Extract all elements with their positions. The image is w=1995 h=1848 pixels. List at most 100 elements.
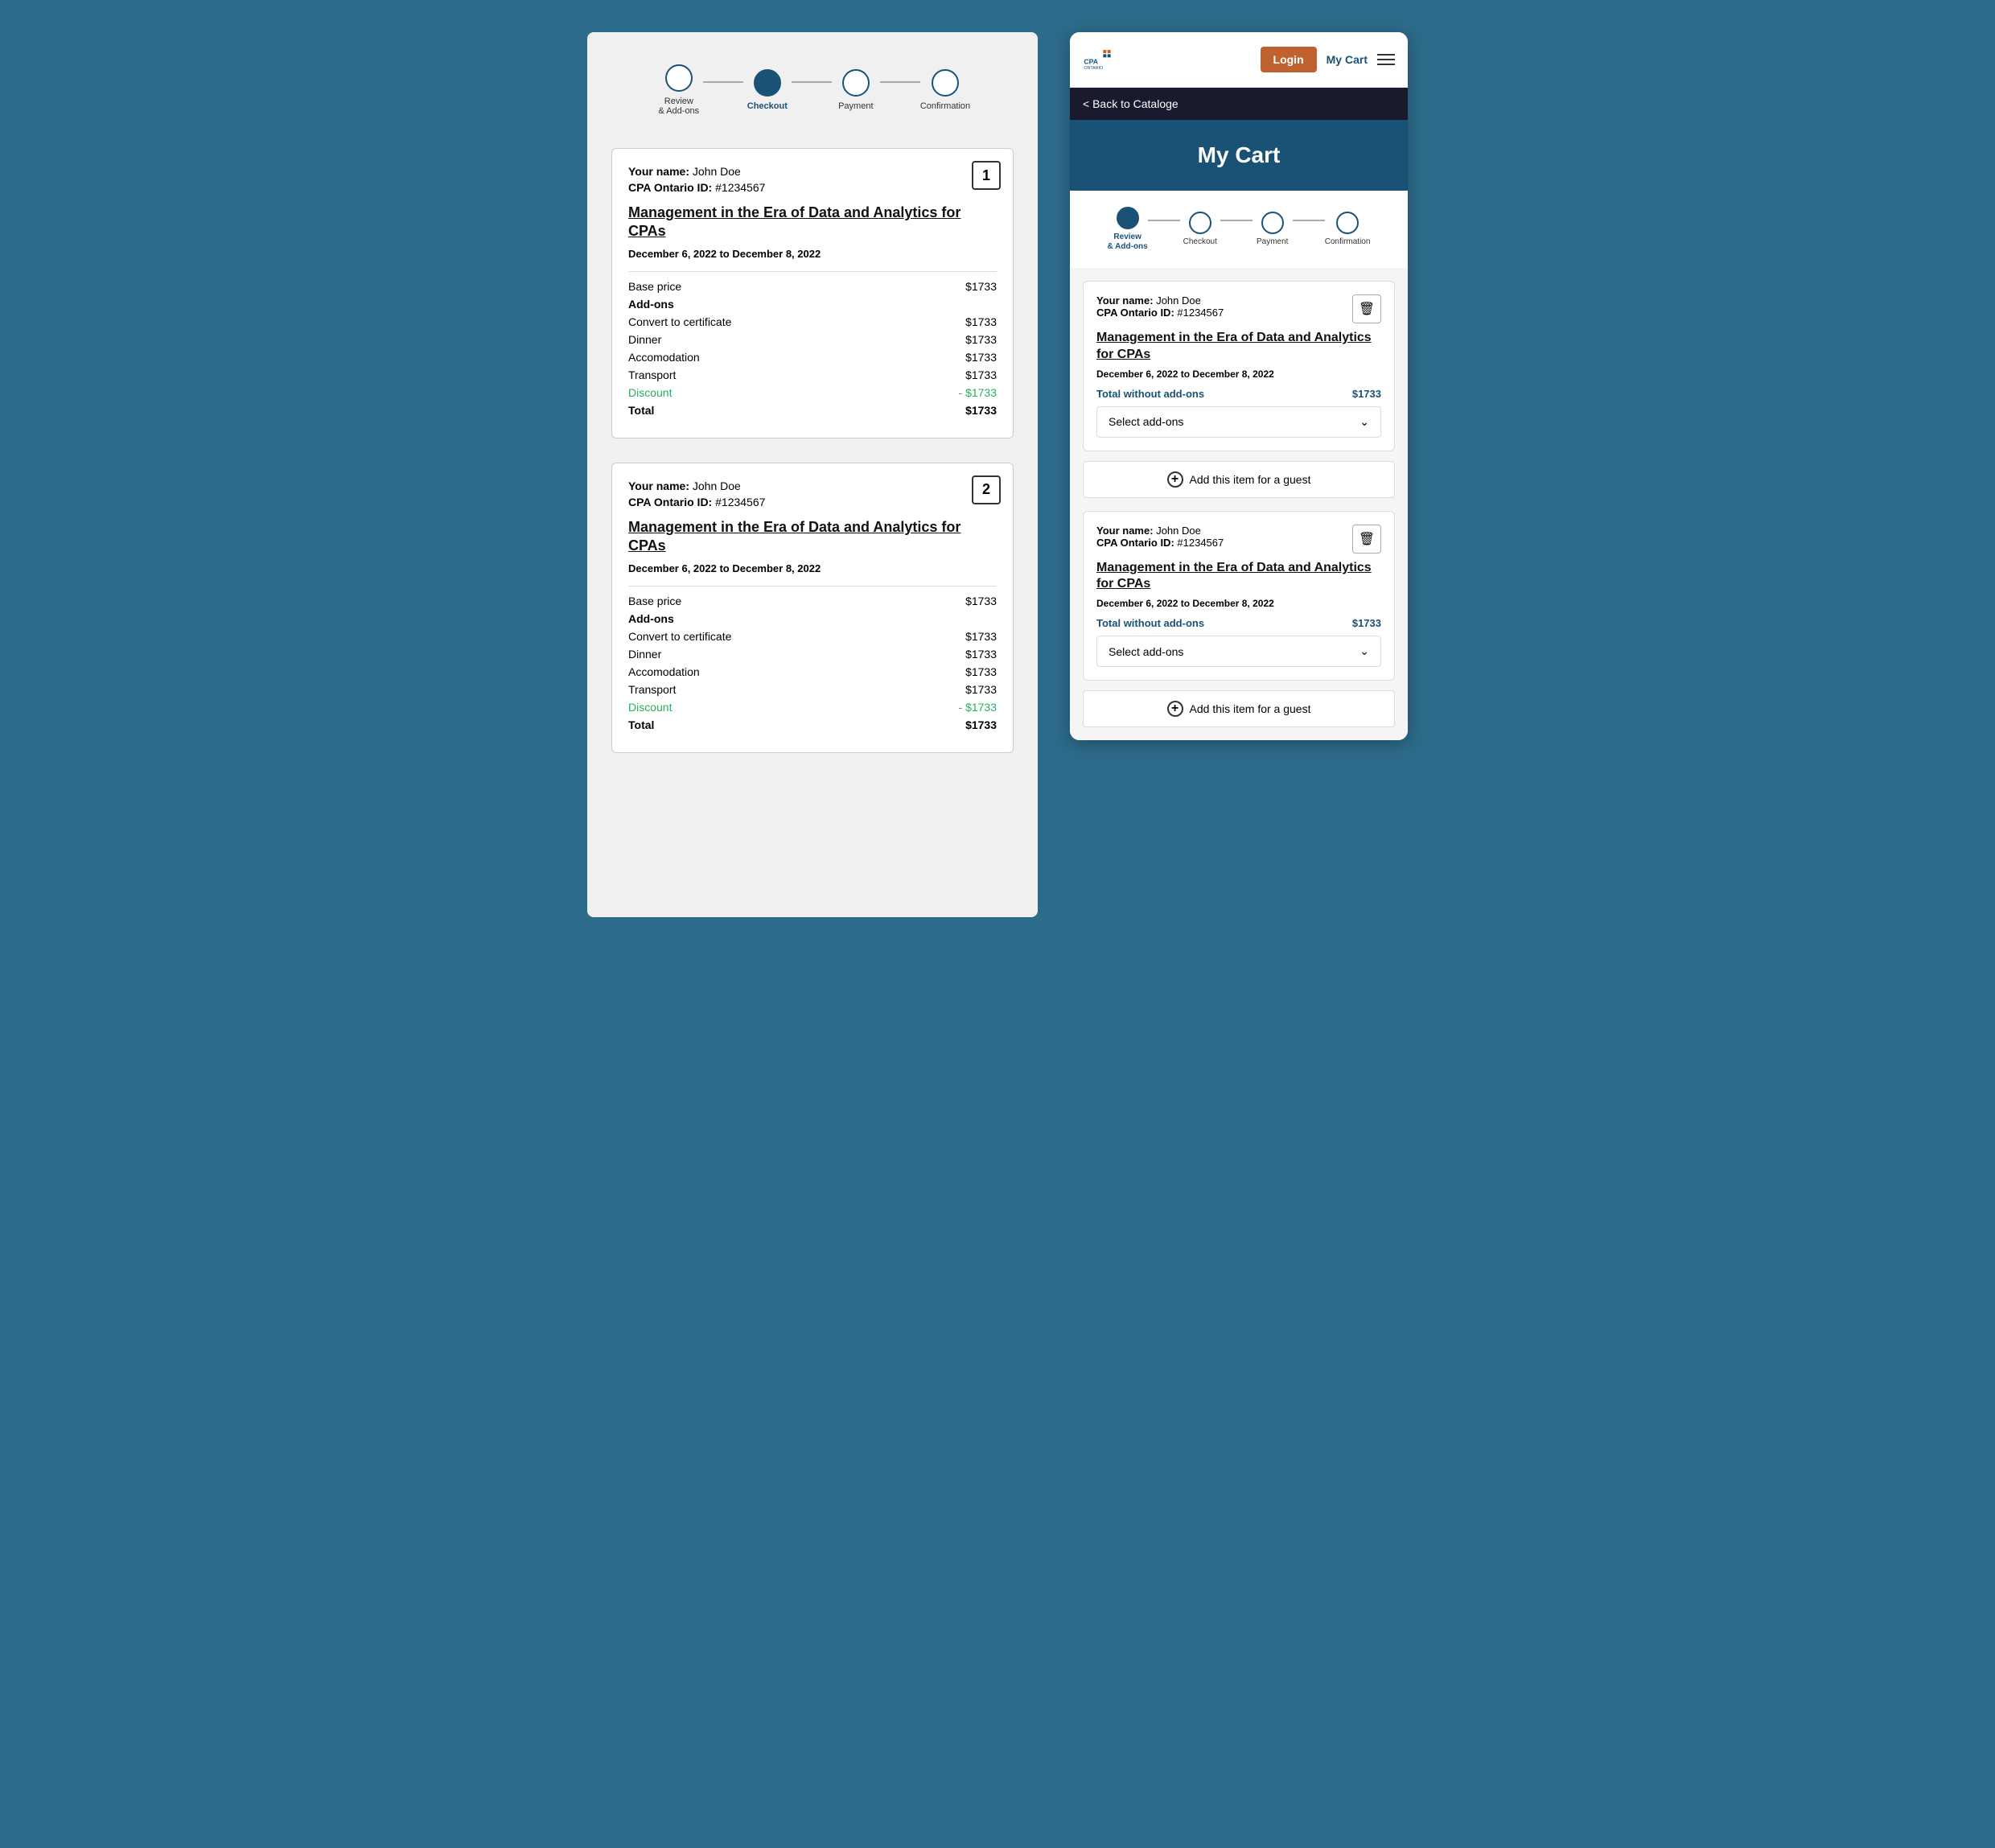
step-confirmation-circle: [932, 69, 959, 97]
card-1-price-table: Base price $1733 Add-ons Convert to cert…: [628, 271, 997, 417]
hamburger-menu[interactable]: [1377, 54, 1395, 65]
my-cart-link[interactable]: My Cart: [1327, 53, 1368, 66]
m-card-2-delete-button[interactable]: 🗑: [1352, 525, 1381, 554]
step-line-1: [703, 81, 743, 83]
m-step-review-circle: [1117, 207, 1139, 229]
card-1-addons-header: Add-ons: [628, 298, 997, 311]
step-checkout-label: Checkout: [747, 101, 788, 111]
card-1-addon-row-1: Dinner $1733: [628, 333, 997, 346]
card-2-total-label: Total: [628, 718, 654, 731]
m-step-confirmation: Confirmation: [1325, 212, 1371, 247]
m-card-2-name-row: Your name: John Doe: [1096, 525, 1224, 537]
m-card-2-date: December 6, 2022 to December 8, 2022: [1096, 598, 1381, 609]
add-guest-icon-2: +: [1167, 701, 1183, 717]
m-card-2-header-text: Your name: John Doe CPA Ontario ID: #123…: [1096, 525, 1224, 549]
m-card-1-header-row: Your name: John Doe CPA Ontario ID: #123…: [1096, 294, 1381, 323]
step-checkout: Checkout: [743, 69, 792, 111]
m-step-review-label: Review& Add-ons: [1108, 233, 1148, 252]
login-button[interactable]: Login: [1261, 47, 1317, 72]
m-card-1-total-without-label: Total without add-ons: [1096, 388, 1204, 400]
card-2-title: Management in the Era of Data and Analyt…: [628, 518, 997, 556]
add-guest-button-2[interactable]: + Add this item for a guest: [1083, 690, 1395, 727]
card-2-addon-1-value: $1733: [965, 648, 997, 661]
card-2-addon-row-0: Convert to certificate $1733: [628, 630, 997, 643]
back-nav[interactable]: < Back to Cataloge: [1070, 88, 1408, 120]
step-checkout-circle: [754, 69, 781, 97]
m-card-2-name-label: Your name:: [1096, 525, 1154, 537]
svg-text:CPA: CPA: [1084, 57, 1098, 65]
card-2-id-row: CPA Ontario ID: #1234567: [628, 496, 997, 508]
card-1-date: December 6, 2022 to December 8, 2022: [628, 248, 997, 260]
step-line-3: [880, 81, 920, 83]
card-1-addon-0-label: Convert to certificate: [628, 315, 731, 328]
step-review: Review& Add-ons: [655, 64, 703, 116]
card-2-base-price-value: $1733: [965, 595, 997, 607]
step-confirmation: Confirmation: [920, 69, 970, 111]
left-cart-card-1: 1 Your name: John Doe CPA Ontario ID: #1…: [611, 148, 1014, 438]
card-1-discount-value: - $1733: [959, 386, 997, 399]
card-2-name-row: Your name: John Doe: [628, 479, 997, 492]
m-step-payment-label: Payment: [1257, 237, 1288, 247]
m-card-1-select-addons-label: Select add-ons: [1109, 415, 1183, 428]
add-guest-icon-1: +: [1167, 471, 1183, 488]
add-guest-button-1[interactable]: + Add this item for a guest: [1083, 461, 1395, 498]
card-2-base-price-row: Base price $1733: [628, 595, 997, 607]
card-1-addon-3-value: $1733: [965, 368, 997, 381]
step-review-circle: [665, 64, 693, 92]
card-1-total-row: Total $1733: [628, 404, 997, 417]
card-1-name-value: John Doe: [693, 165, 741, 178]
step-review-label: Review& Add-ons: [658, 97, 699, 116]
card-1-title: Management in the Era of Data and Analyt…: [628, 204, 997, 241]
card-number-1: 1: [972, 161, 1001, 190]
card-2-price-table: Base price $1733 Add-ons Convert to cert…: [628, 586, 997, 731]
card-1-discount-row: Discount - $1733: [628, 386, 997, 399]
m-step-line-2: [1220, 220, 1253, 221]
m-card-1-name-value: John Doe: [1156, 294, 1201, 307]
card-1-base-price-label: Base price: [628, 280, 681, 293]
card-2-addons-header: Add-ons: [628, 612, 997, 625]
card-2-total-value: $1733: [965, 718, 997, 731]
card-2-addon-row-2: Accomodation $1733: [628, 665, 997, 678]
card-2-discount-row: Discount - $1733: [628, 701, 997, 714]
m-step-checkout-circle: [1189, 212, 1211, 234]
card-1-total-label: Total: [628, 404, 654, 417]
add-guest-label-2: Add this item for a guest: [1190, 702, 1311, 715]
card-2-date: December 6, 2022 to December 8, 2022: [628, 562, 997, 574]
m-card-2-id-label: CPA Ontario ID:: [1096, 537, 1174, 549]
header-right: Login My Cart: [1261, 47, 1395, 72]
hamburger-line-3: [1377, 64, 1395, 65]
left-cart-card-2: 2 Your name: John Doe CPA Ontario ID: #1…: [611, 463, 1014, 753]
m-card-1-id-label: CPA Ontario ID:: [1096, 307, 1174, 319]
m-card-2-select-addons[interactable]: Select add-ons ⌄: [1096, 636, 1381, 667]
card-1-name-row: Your name: John Doe: [628, 165, 997, 178]
m-cart-card-2: Your name: John Doe CPA Ontario ID: #123…: [1083, 511, 1395, 681]
card-2-addon-row-1: Dinner $1733: [628, 648, 997, 661]
m-card-1-name-label: Your name:: [1096, 294, 1154, 307]
m-cart-card-1: Your name: John Doe CPA Ontario ID: #123…: [1083, 281, 1395, 451]
card-1-addon-row-2: Accomodation $1733: [628, 351, 997, 364]
card-2-discount-value: - $1733: [959, 701, 997, 714]
card-1-name-label: Your name:: [628, 165, 689, 178]
card-2-base-price-label: Base price: [628, 595, 681, 607]
m-card-2-title: Management in the Era of Data and Analyt…: [1096, 560, 1381, 594]
card-1-id-row: CPA Ontario ID: #1234567: [628, 181, 997, 194]
hamburger-line-1: [1377, 54, 1395, 56]
divider-1: [1083, 498, 1395, 511]
m-card-1-name-row: Your name: John Doe: [1096, 294, 1224, 307]
card-2-addon-1-label: Dinner: [628, 648, 661, 661]
card-2-id-label: CPA Ontario ID:: [628, 496, 712, 508]
card-1-base-price-row: Base price $1733: [628, 280, 997, 293]
card-1-id-value: #1234567: [715, 181, 765, 194]
card-1-discount-label: Discount: [628, 386, 672, 399]
m-card-1-delete-button[interactable]: 🗑: [1352, 294, 1381, 323]
m-card-1-select-addons[interactable]: Select add-ons ⌄: [1096, 406, 1381, 438]
card-2-name-value: John Doe: [693, 479, 741, 492]
chevron-down-icon-1: ⌄: [1359, 415, 1369, 429]
card-2-addon-2-label: Accomodation: [628, 665, 700, 678]
m-card-2-select-addons-label: Select add-ons: [1109, 645, 1183, 658]
card-2-name-label: Your name:: [628, 479, 689, 492]
step-payment-label: Payment: [838, 101, 873, 111]
card-1-addon-row-0: Convert to certificate $1733: [628, 315, 997, 328]
svg-text:ONTARIO: ONTARIO: [1084, 66, 1103, 71]
m-step-checkout-label: Checkout: [1183, 237, 1217, 247]
